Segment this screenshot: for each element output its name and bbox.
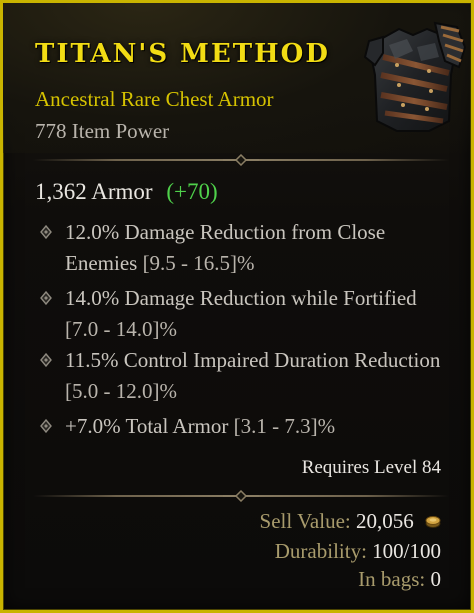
in-bags-label: In bags:	[358, 567, 426, 591]
affix-3: 11.5% Control Impaired Duration Reductio…	[65, 345, 445, 407]
affix-2: 14.0% Damage Reduction while Fortified […	[65, 283, 445, 345]
durability-value: 100/100	[372, 539, 441, 563]
sell-value-amount: 20,056	[356, 509, 414, 533]
affix-range: [7.0 - 14.0]%	[65, 317, 177, 341]
in-bags: In bags: 0	[358, 567, 441, 592]
diamond-bullet-icon	[40, 353, 52, 367]
chest-armor-icon	[363, 21, 467, 132]
item-tooltip: TITAN'S METHOD Ancestral Rare Chest Armo…	[0, 0, 474, 613]
item-name: TITAN'S METHOD	[35, 39, 330, 69]
affix-4: +7.0% Total Armor [3.1 - 7.3]%	[65, 411, 445, 442]
in-bags-count: 0	[430, 567, 442, 591]
affix-1: 12.0% Damage Reduction from Close Enemie…	[65, 217, 445, 279]
item-type: Ancestral Rare Chest Armor	[35, 87, 274, 111]
diamond-bullet-icon	[40, 291, 52, 305]
divider-ornament-icon	[223, 490, 259, 502]
armor-value: 1,362 Armor (+70)	[35, 179, 218, 205]
affix-text: +7.0% Total Armor	[65, 414, 229, 438]
durability-label: Durability:	[274, 539, 367, 563]
item-power: 778 Item Power	[35, 119, 170, 143]
sell-value-label: Sell Value:	[259, 509, 351, 533]
affix-text: 11.5% Control Impaired Duration Reductio…	[65, 348, 441, 372]
armor-amount: 1,362 Armor	[35, 179, 153, 204]
affix-text: 14.0% Damage Reduction while Fortified	[65, 286, 417, 310]
affix-range: [9.5 - 16.5]%	[142, 251, 255, 275]
level-requirement: Requires Level 84	[301, 457, 441, 478]
affix-range: [3.1 - 7.3]%	[233, 414, 336, 438]
durability: Durability: 100/100	[275, 539, 441, 564]
gold-coin-icon	[425, 515, 441, 528]
affix-range: [5.0 - 12.0]%	[65, 379, 177, 403]
diamond-bullet-icon	[40, 419, 52, 433]
armor-bonus: (+70)	[166, 179, 218, 204]
sell-value: Sell Value: 20,056	[260, 509, 441, 534]
diamond-bullet-icon	[40, 225, 52, 239]
divider-ornament-icon	[223, 154, 259, 166]
